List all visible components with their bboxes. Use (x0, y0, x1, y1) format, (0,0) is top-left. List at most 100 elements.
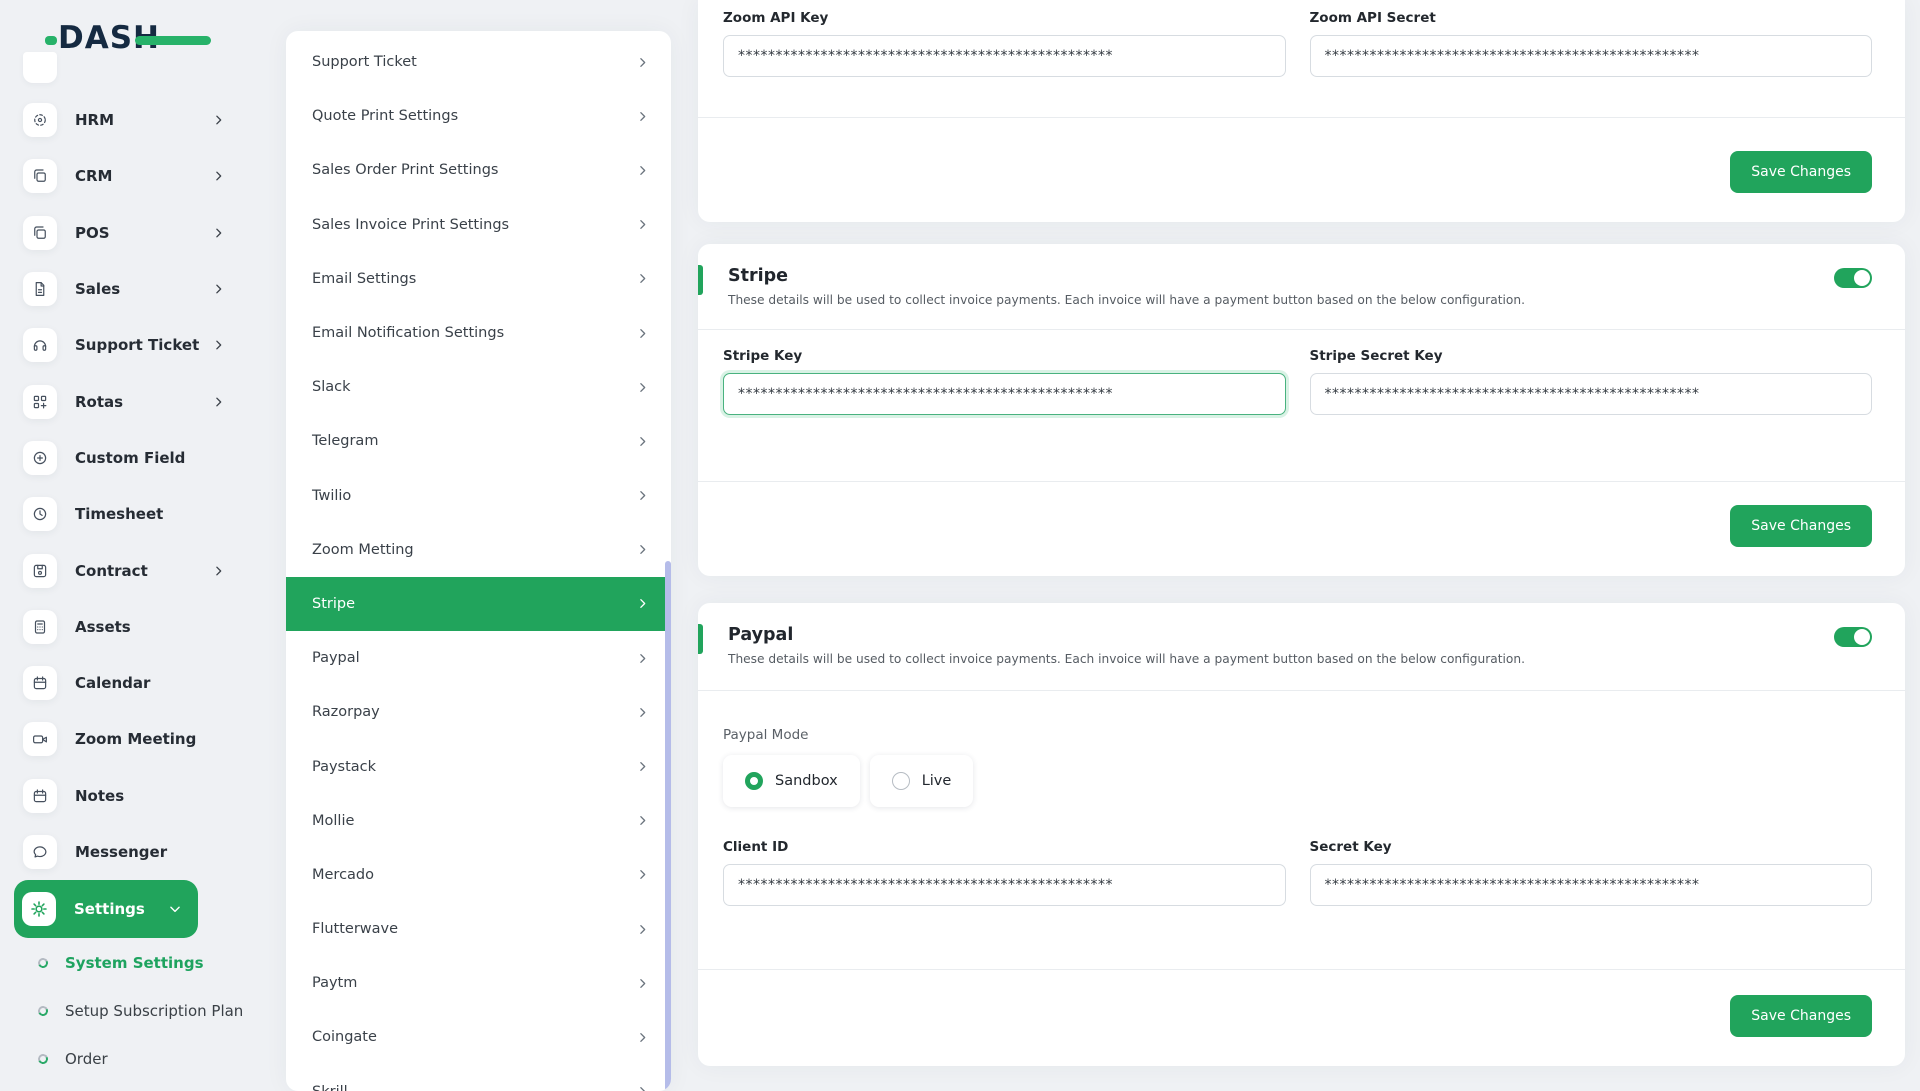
chevron-right-icon (212, 564, 225, 577)
subnav-item-label: System Settings (65, 954, 204, 972)
sidebar-subitem-system-settings[interactable]: System Settings (0, 939, 245, 987)
menu-item-label: Paytm (312, 975, 358, 992)
settings-menu-item-skrill[interactable]: Skrill (286, 1065, 671, 1091)
chat-icon (23, 835, 57, 869)
settings-menu-item-razorpay[interactable]: Razorpay (286, 685, 671, 739)
chevron-right-icon (636, 56, 649, 69)
settings-menu-panel: Support Ticket Quote Print Settings Sales … (286, 31, 671, 1091)
save-changes-button[interactable]: Save Changes (1730, 505, 1872, 547)
secret-key-input[interactable] (1309, 864, 1872, 906)
settings-menu-item-quote-print-settings[interactable]: Quote Print Settings (286, 89, 671, 143)
sidebar-item-rotas[interactable]: Rotas (0, 373, 245, 429)
sidebar-subitem-setup-subscription-plan[interactable]: Setup Subscription Plan (0, 987, 245, 1035)
logo-dot-icon (45, 36, 57, 45)
sidebar-subitem-order[interactable]: Order (0, 1035, 245, 1083)
settings-menu-item-coingate[interactable]: Coingate (286, 1010, 671, 1064)
client-id-input[interactable] (723, 864, 1286, 906)
menu-item-label: Stripe (312, 595, 356, 612)
sidebar-item-calendar[interactable]: Calendar (0, 655, 245, 711)
settings-menu-item-mercado[interactable]: Mercado (286, 848, 671, 902)
stripe-settings-card: Stripe These details will be used to col… (698, 244, 1905, 576)
accent-bar (698, 624, 703, 654)
menu-item-label: Email Notification Settings (312, 325, 505, 342)
sidebar-item-settings[interactable]: Settings (14, 880, 198, 938)
paypal-settings-card: Paypal These details will be used to col… (698, 603, 1905, 1066)
menu-item-label: Mercado (312, 866, 375, 883)
settings-menu-item-paytm[interactable]: Paytm (286, 956, 671, 1010)
sidebar-item-hrm[interactable]: HRM (0, 92, 245, 148)
sidebar-item-contract[interactable]: Contract (0, 542, 245, 598)
sidebar-item-crm[interactable]: CRM (0, 148, 245, 204)
chevron-right-icon (636, 1031, 649, 1044)
sidebar-item-zoom-meeting[interactable]: Zoom Meeting (0, 711, 245, 767)
divider (698, 117, 1905, 118)
field-label: Stripe Secret Key (1309, 348, 1443, 364)
zoom-api-secret-input[interactable] (1309, 35, 1872, 77)
menu-item-label: Coingate (312, 1029, 377, 1046)
field-secret-key: Secret Key (1309, 839, 1872, 906)
chevron-right-icon (212, 395, 225, 408)
sidebar-item-pos[interactable]: POS (0, 205, 245, 261)
sidebar-item-label: Notes (75, 786, 125, 805)
paypal-mode-option-sandbox[interactable]: Sandbox (723, 755, 860, 807)
settings-menu-item-mollie[interactable]: Mollie (286, 794, 671, 848)
settings-menu-item-paypal[interactable]: Paypal (286, 631, 671, 685)
chevron-right-icon (636, 868, 649, 881)
save-changes-button[interactable]: Save Changes (1730, 995, 1872, 1037)
settings-menu-item-flutterwave[interactable]: Flutterwave (286, 902, 671, 956)
settings-menu-item-email-notification-settings[interactable]: Email Notification Settings (286, 306, 671, 360)
settings-menu-item-twilio[interactable]: Twilio (286, 469, 671, 523)
sidebar-item-messenger[interactable]: Messenger (0, 824, 245, 880)
field-label: Client ID (723, 839, 789, 855)
calculator-icon (23, 609, 57, 644)
grid-plus-icon (23, 384, 57, 419)
bullet-icon (36, 1052, 50, 1066)
stripe-enabled-toggle[interactable] (1834, 268, 1872, 288)
settings-menu-item-telegram[interactable]: Telegram (286, 414, 671, 468)
sidebar-item-label: POS (75, 223, 110, 242)
brand-logo[interactable]: DASH (45, 20, 228, 60)
radio-unselected-icon[interactable] (891, 772, 910, 790)
clock-icon (23, 497, 57, 532)
settings-menu-item-email-settings[interactable]: Email Settings (286, 252, 671, 306)
settings-menu-item-zoom-metting[interactable]: Zoom Metting (286, 523, 671, 577)
calendar-icon (23, 778, 57, 813)
bullet-icon (36, 956, 50, 970)
menu-item-label: Twilio (312, 487, 352, 504)
sidebar-item-assets[interactable]: Assets (0, 599, 245, 655)
menu-item-label: Telegram (312, 433, 379, 450)
chevron-right-icon (636, 218, 649, 231)
stripe-key-input[interactable] (723, 373, 1286, 415)
radio-selected-icon[interactable] (745, 772, 763, 790)
subnav-item-label: Setup Subscription Plan (65, 1002, 244, 1020)
sidebar-item-label: Timesheet (75, 505, 164, 524)
paypal-enabled-toggle[interactable] (1834, 627, 1872, 647)
menu-item-label: Sales Invoice Print Settings (312, 216, 510, 233)
sidebar-item-sales[interactable]: Sales (0, 261, 245, 317)
settings-menu-item-slack[interactable]: Slack (286, 360, 671, 414)
sidebar-item-timesheet[interactable]: Timesheet (0, 486, 245, 542)
settings-menu-item-paystack[interactable]: Paystack (286, 739, 671, 793)
sidebar-item-custom-field[interactable]: Custom Field (0, 430, 245, 486)
paypal-mode-option-live[interactable]: Live (869, 755, 974, 807)
scrollbar-thumb[interactable] (665, 561, 671, 1091)
circle-plus-icon (23, 440, 57, 475)
sidebar-item-label: CRM (75, 167, 113, 186)
chevron-right-icon (212, 114, 225, 127)
save-icon (23, 553, 57, 588)
chevron-down-icon (168, 902, 182, 916)
sidebar-item-notes[interactable]: Notes (0, 768, 245, 824)
settings-menu-item-support-ticket[interactable]: Support Ticket (286, 35, 671, 89)
sidebar-item-support-ticket[interactable]: Support Ticket (0, 317, 245, 373)
zoom-api-key-input[interactable] (723, 35, 1286, 77)
field-label: Zoom API Key (723, 10, 829, 26)
chevron-right-icon (636, 1085, 649, 1091)
divider (698, 481, 1905, 482)
settings-menu-item-sales-order-print-settings[interactable]: Sales Order Print Settings (286, 143, 671, 197)
settings-menu-item-sales-invoice-print-settings[interactable]: Sales Invoice Print Settings (286, 198, 671, 252)
settings-menu-item-stripe[interactable]: Stripe (286, 576, 671, 632)
field-stripe-secret-key: Stripe Secret Key (1309, 348, 1872, 415)
save-changes-button[interactable]: Save Changes (1730, 151, 1872, 193)
menu-item-label: Flutterwave (312, 921, 399, 938)
stripe-secret-key-input[interactable] (1309, 373, 1872, 415)
